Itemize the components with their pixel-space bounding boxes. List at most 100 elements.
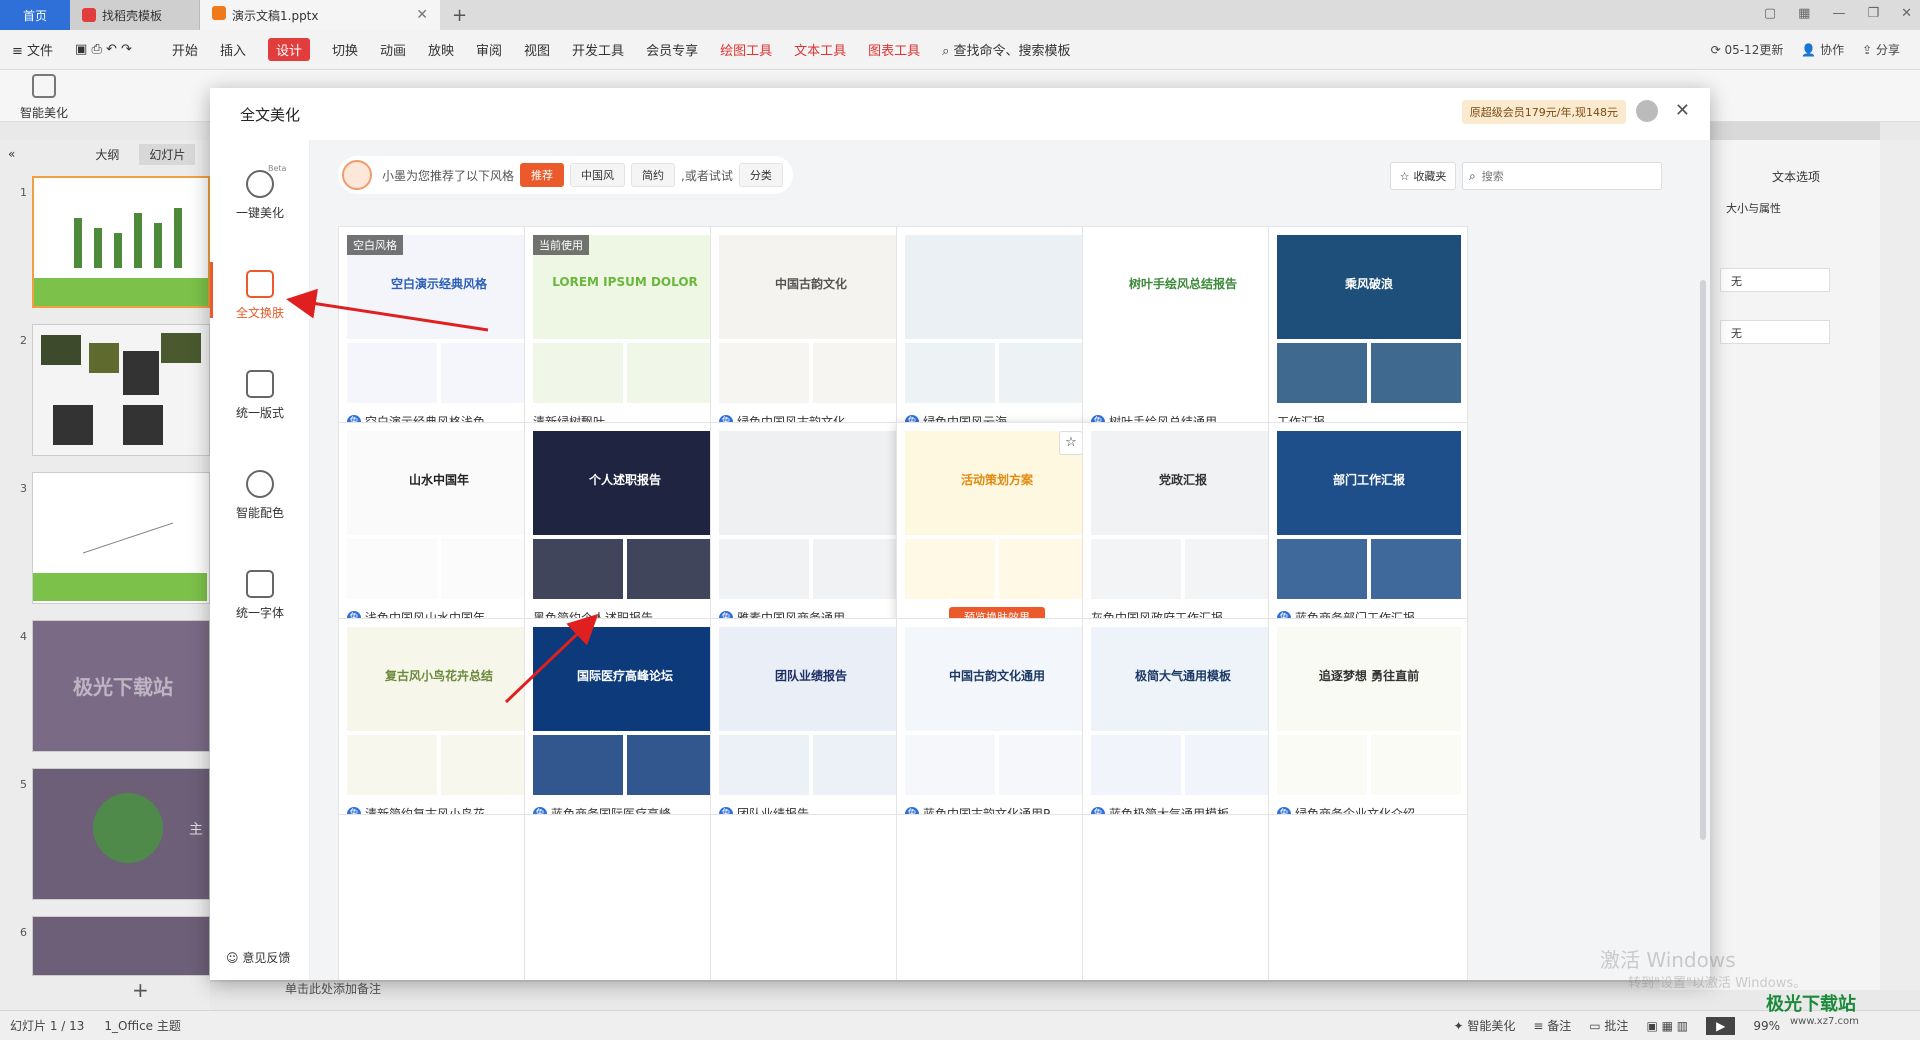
favorite-star-icon[interactable]: ☆ <box>1059 431 1083 455</box>
template-thumbnail[interactable]: 国际医疗高峰论坛 <box>533 627 717 795</box>
template-card[interactable] <box>1268 814 1468 980</box>
template-card[interactable]: 乘风破浪工作汇报 <box>1268 226 1468 446</box>
tab-document[interactable]: 演示文稿1.pptx ✕ <box>200 0 440 30</box>
text-options-tab[interactable]: 文本选项 <box>1772 168 1820 185</box>
template-card[interactable]: 复古风小鸟花卉总结免清新简约复古风小鸟花... <box>338 618 538 838</box>
close-tab-icon[interactable]: ✕ <box>416 7 428 23</box>
template-card[interactable]: 部门工作汇报免蓝色商务部门工作汇报 <box>1268 422 1468 642</box>
template-card[interactable]: 活动策划方案☆预览换肤效果 <box>896 422 1096 642</box>
template-thumbnail[interactable]: 中国古韵文化通用 <box>905 627 1089 795</box>
promo-badge[interactable]: 原超级会员179元/年,现148元 <box>1461 100 1626 124</box>
template-card[interactable]: 山水中国年免浅色中国风山水中国年 <box>338 422 538 642</box>
menu-insert[interactable]: 插入 <box>220 40 246 59</box>
restore-icon[interactable]: ❐ <box>1867 6 1879 21</box>
template-thumbnail[interactable]: 乘风破浪 <box>1277 235 1461 403</box>
tab-template[interactable]: 找稻壳模板 <box>70 0 200 30</box>
tag-category[interactable]: 分类 <box>738 163 783 187</box>
add-slide-icon[interactable]: + <box>132 978 149 1002</box>
grid-icon[interactable]: ▦ <box>1798 6 1810 21</box>
menu-file[interactable]: ≡ 文件 <box>12 40 53 59</box>
tag-chinese[interactable]: 中国风 <box>570 163 626 187</box>
template-card[interactable]: 免雅素中国风商务通用 <box>710 422 910 642</box>
menu-animation[interactable]: 动画 <box>380 40 406 59</box>
template-thumbnail[interactable]: 追逐梦想 勇往直前 <box>1277 627 1461 795</box>
minimize-icon[interactable]: — <box>1832 6 1845 21</box>
template-card[interactable]: 树叶手绘风总结报告免树叶手绘风总结通用 <box>1082 226 1282 446</box>
slide-thumb-6[interactable] <box>32 916 210 976</box>
template-thumbnail[interactable]: 部门工作汇报 <box>1277 431 1461 599</box>
close-icon[interactable]: ✕ <box>1675 100 1690 121</box>
template-card[interactable]: 追逐梦想 勇往直前免绿色商务企业文化介绍 <box>1268 618 1468 838</box>
avatar[interactable] <box>1636 100 1658 122</box>
template-card[interactable]: 中国古韵文化通用免蓝色中国古韵文化通用P... <box>896 618 1096 838</box>
template-card[interactable]: 中国古韵文化免绿色中国风古韵文化 <box>710 226 910 446</box>
menu-design[interactable]: 设计 <box>267 38 310 61</box>
template-card[interactable] <box>710 814 910 980</box>
side-font[interactable]: 统一字体 <box>210 570 310 621</box>
search-box[interactable]: ⌕ <box>1462 162 1662 190</box>
template-thumbnail[interactable]: LOREM IPSUM DOLOR 当前使用 <box>533 235 717 403</box>
tag-simple[interactable]: 简约 <box>631 163 676 187</box>
side-layout[interactable]: 统一版式 <box>210 370 310 421</box>
template-card[interactable] <box>1082 814 1282 980</box>
line-select[interactable]: 无 <box>1720 320 1830 344</box>
template-card[interactable] <box>896 814 1096 980</box>
zoom-level[interactable]: 99% <box>1753 1019 1780 1033</box>
favorites-button[interactable]: ☆ 收藏夹 <box>1390 162 1456 190</box>
menu-review[interactable]: 审阅 <box>476 40 502 59</box>
template-thumbnail[interactable] <box>905 235 1089 403</box>
template-thumbnail[interactable]: 极简大气通用模板 <box>1091 627 1275 795</box>
feedback-button[interactable]: ☺ 意见反馈 <box>226 949 290 966</box>
search-input[interactable] <box>1481 169 1642 183</box>
tab-slides[interactable]: 幻灯片 <box>139 143 196 165</box>
new-tab-icon[interactable]: + <box>452 5 467 26</box>
template-thumbnail[interactable] <box>719 431 903 599</box>
side-color[interactable]: 智能配色 <box>210 470 310 521</box>
template-thumbnail[interactable]: 复古风小鸟花卉总结 <box>347 627 531 795</box>
size-tab[interactable]: 大小与属性 <box>1726 200 1781 216</box>
view-icons[interactable]: ▣ ▦ ▥ <box>1646 1019 1688 1033</box>
side-change-skin[interactable]: 全文换肤 <box>210 262 310 321</box>
status-comment[interactable]: ▭ 批注 <box>1589 1017 1628 1034</box>
slide-thumb-4[interactable]: 极光下载站 <box>32 620 210 752</box>
template-card[interactable] <box>338 814 538 980</box>
status-remark[interactable]: ≡ 备注 <box>1533 1017 1571 1034</box>
menu-view[interactable]: 视图 <box>524 40 550 59</box>
collapse-icon[interactable]: « <box>8 147 15 161</box>
tab-outline[interactable]: 大纲 <box>95 146 119 163</box>
template-thumbnail[interactable]: 空白演示经典风格 空白风格 <box>347 235 531 403</box>
slide-thumb-5[interactable]: 主 <box>32 768 210 900</box>
template-thumbnail[interactable]: 活动策划方案 <box>905 431 1089 599</box>
fill-select[interactable]: 无 <box>1720 268 1830 292</box>
tab-home[interactable]: 首页 <box>0 0 70 30</box>
smart-beautify-button[interactable]: 智能美化 <box>12 74 76 121</box>
template-card[interactable]: 空白演示经典风格空白风格免空白演示经典风格浅色 <box>338 226 538 446</box>
menu-developer[interactable]: 开发工具 <box>572 40 624 59</box>
template-card[interactable]: 团队业绩报告免团队业绩报告 <box>710 618 910 838</box>
slide-thumb-3[interactable] <box>32 472 210 604</box>
play-icon[interactable]: ▶ <box>1706 1016 1736 1035</box>
status-beautify[interactable]: ✦ 智能美化 <box>1453 1017 1515 1034</box>
template-card[interactable]: LOREM IPSUM DOLOR当前使用清新绿树飘叶 <box>524 226 724 446</box>
collab-button[interactable]: 👤 协作 <box>1801 41 1844 58</box>
command-search[interactable]: ⌕ 查找命令、搜索模板 <box>942 40 1070 59</box>
close-window-icon[interactable]: ✕ <box>1901 6 1912 21</box>
menu-member[interactable]: 会员专享 <box>646 40 698 59</box>
template-card[interactable]: 免绿色中国风云海 <box>896 226 1096 446</box>
menu-start[interactable]: 开始 <box>172 40 198 59</box>
update-status[interactable]: ⟳ 05-12更新 <box>1711 41 1784 58</box>
menu-draw-tools[interactable]: 绘图工具 <box>720 40 772 59</box>
menu-slideshow[interactable]: 放映 <box>428 40 454 59</box>
layout-icon[interactable]: ▢ <box>1764 6 1776 21</box>
quick-tools[interactable]: ▣ ⎙ ↶ ↷ <box>75 42 132 57</box>
share-button[interactable]: ⇪ 分享 <box>1862 41 1900 58</box>
template-thumbnail[interactable]: 山水中国年 <box>347 431 531 599</box>
menu-chart-tools[interactable]: 图表工具 <box>868 40 920 59</box>
template-card[interactable]: 极简大气通用模板免蓝色极简大气通用模板 <box>1082 618 1282 838</box>
template-thumbnail[interactable]: 中国古韵文化 <box>719 235 903 403</box>
template-card[interactable]: 国际医疗高峰论坛免蓝色商务国际医疗高峰... <box>524 618 724 838</box>
template-card[interactable]: 党政汇报灰色中国风政府工作汇报 <box>1082 422 1282 642</box>
template-card[interactable] <box>524 814 724 980</box>
scrollbar[interactable] <box>1700 280 1706 840</box>
slide-thumb-2[interactable] <box>32 324 210 456</box>
